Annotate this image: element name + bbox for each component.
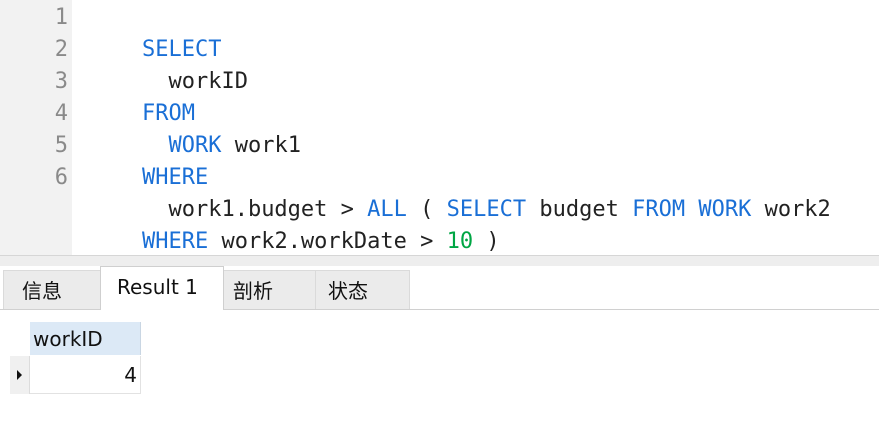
table-cell[interactable]: 4 [30, 356, 141, 394]
tab-status[interactable]: 状态 [315, 270, 410, 309]
tab-result-1[interactable]: Result 1 [100, 266, 224, 310]
tab-profile[interactable]: 剖析 [214, 270, 316, 309]
tab-info[interactable]: 信息 [3, 270, 101, 309]
sql-whitespace [685, 197, 698, 222]
line-number: 5 [54, 133, 68, 158]
current-row-arrow-icon [17, 370, 22, 380]
sql-keyword: FROM [632, 197, 686, 222]
sql-identifier: work1 [221, 133, 301, 158]
sql-editor[interactable]: 1 2 3 4 5 6 SELECT workID FROM WORK work… [0, 0, 879, 255]
line-number-gutter: 1 2 3 4 5 6 [0, 0, 72, 255]
sql-keyword: WORK [698, 197, 752, 222]
sql-identifier: work2.workDate > [208, 229, 447, 254]
line-number: 1 [54, 5, 68, 30]
line-number: 3 [54, 69, 68, 94]
column-header-workid[interactable]: workID [30, 322, 141, 355]
sql-identifier: budget [526, 197, 633, 222]
line-number: 4 [54, 101, 68, 126]
result-tab-bar: 信息 Result 1 剖析 状态 [0, 266, 879, 310]
sql-number: 10 [446, 229, 474, 254]
line-number: 6 [54, 165, 68, 190]
pane-splitter[interactable] [0, 255, 879, 266]
line-number: 2 [54, 37, 68, 62]
row-indicator[interactable] [10, 356, 30, 394]
grid-corner [10, 322, 30, 355]
sql-keyword: WHERE [141, 229, 209, 254]
sql-punctuation: ) [473, 229, 500, 254]
sql-identifier: work2 [751, 197, 831, 222]
